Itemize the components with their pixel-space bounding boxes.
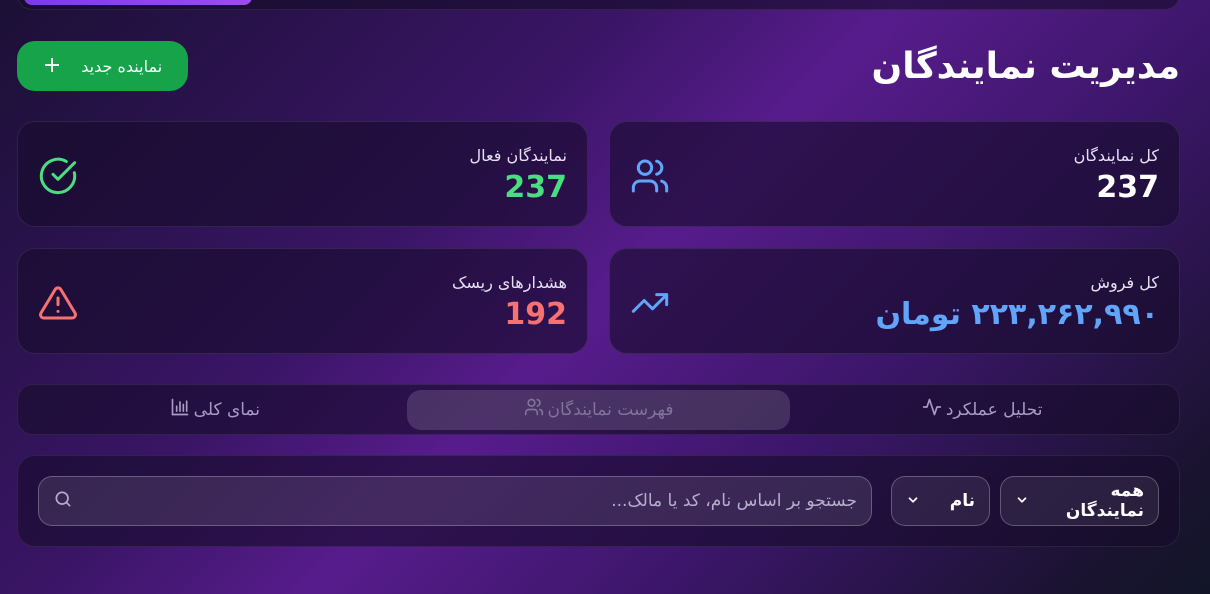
view-tabs: تحلیل عملکرد فهرست نمایندگان نمای کلی [17, 384, 1180, 435]
trending-up-icon [630, 283, 670, 323]
page-title: مدیریت نمایندگان [871, 45, 1180, 87]
select-value: نام [949, 491, 975, 511]
tab-label: تحلیل عملکرد [945, 399, 1043, 420]
plus-icon: + [42, 53, 62, 78]
activity-icon [922, 397, 942, 422]
stat-card-total-representatives: کل نمایندگان 237 [609, 121, 1180, 227]
representative-filter-select[interactable]: همه نمایندگان [1000, 476, 1159, 526]
tab-representatives-list[interactable]: فهرست نمایندگان [406, 389, 791, 430]
check-circle-icon [38, 156, 78, 196]
tab-label: فهرست نمایندگان [547, 399, 674, 420]
search-box [38, 476, 872, 526]
stat-label: نمایندگان فعال [469, 146, 567, 165]
top-nav-active-pill[interactable] [24, 0, 252, 5]
alert-triangle-icon [38, 283, 78, 323]
chevron-down-icon [906, 493, 920, 510]
stat-label: هشدارهای ریسک [452, 273, 567, 292]
stat-label: کل نمایندگان [1073, 146, 1159, 165]
new-representative-button[interactable]: نماینده جدید + [17, 41, 188, 91]
search-input[interactable] [83, 491, 857, 511]
stat-value: 237 [504, 170, 567, 205]
stat-label: کل فروش [1090, 273, 1159, 292]
filter-panel: همه نمایندگان نام [17, 455, 1180, 547]
stat-value: 237 [1096, 170, 1159, 205]
sort-select[interactable]: نام [891, 476, 990, 526]
stat-card-active-representatives: نمایندگان فعال 237 [17, 121, 588, 227]
bar-chart-icon [170, 397, 190, 422]
chevron-down-icon [1015, 493, 1029, 510]
stat-value: 192 [504, 297, 567, 332]
stat-card-risk-alerts: هشدارهای ریسک 192 [17, 248, 588, 354]
top-navigation-bar [17, 0, 1180, 10]
tab-label: نمای کلی [193, 399, 260, 420]
search-icon [53, 489, 73, 513]
stat-value: ۲۲۳,۲۶۲,۹۹۰ تومان [875, 297, 1159, 332]
users-icon [524, 397, 544, 422]
new-representative-label: نماینده جدید [81, 56, 163, 76]
users-icon [630, 156, 670, 196]
tab-overview[interactable]: نمای کلی [23, 390, 407, 430]
stat-card-total-sales: کل فروش ۲۲۳,۲۶۲,۹۹۰ تومان [609, 248, 1180, 354]
select-value: همه نمایندگان [1065, 481, 1144, 521]
tab-performance-analysis[interactable]: تحلیل عملکرد [790, 390, 1174, 430]
page-header: مدیریت نمایندگان نماینده جدید + [17, 40, 1180, 92]
